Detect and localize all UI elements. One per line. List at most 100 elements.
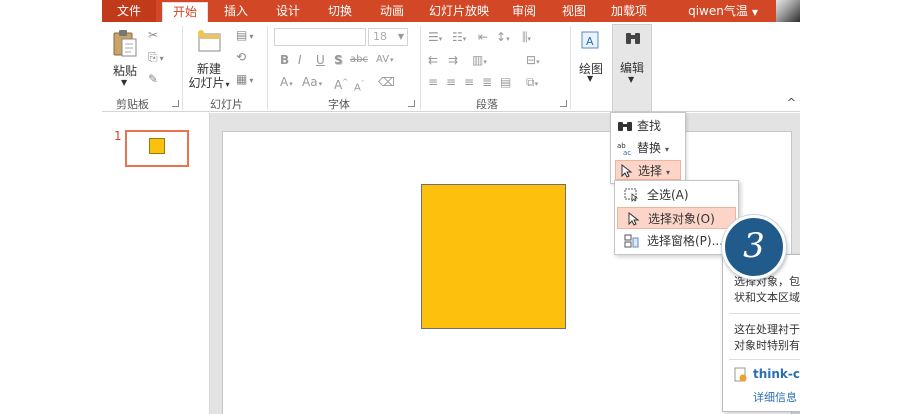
grow-font-label: A [334, 78, 343, 92]
tooltip-divider [729, 359, 800, 360]
paste-button[interactable]: 粘贴 ▼ [108, 26, 142, 92]
tab-view[interactable]: 视图 [554, 0, 594, 22]
chevron-down-icon: ▾ [666, 168, 671, 177]
group-label-clipboard: 剪贴板 [116, 98, 149, 111]
tab-slideshow[interactable]: 幻灯片放映 [424, 0, 494, 22]
yellow-square-shape[interactable] [421, 184, 566, 329]
numbering-icon[interactable]: ☷▾ [452, 30, 466, 46]
justify-icon[interactable]: ≣ [482, 75, 492, 89]
chevron-down-icon: ▼ [397, 32, 404, 41]
tooltip-divider [729, 313, 800, 314]
svg-text:ac: ac [623, 149, 631, 155]
new-slide-label-line2-wrap: 幻灯片▾ [186, 74, 232, 91]
format-painter-icon[interactable]: ✎ [148, 72, 158, 86]
cut-icon[interactable]: ✂ [148, 28, 158, 42]
select-all-menu-item[interactable]: 全选(A) [617, 184, 736, 206]
user-account[interactable]: qiwen气温 ▼ [688, 0, 758, 22]
grow-font-button[interactable]: A^ [334, 75, 348, 92]
character-spacing-button[interactable]: AV▾ [376, 53, 394, 67]
line-spacing-icon[interactable]: ↕▾ [496, 30, 510, 46]
group-label-font: 字体 [328, 98, 350, 111]
layout-icon[interactable]: ▤ ▾ [236, 28, 253, 44]
reset-icon[interactable]: ⟲ [236, 50, 246, 64]
group-label-slides: 幻灯片 [210, 98, 243, 111]
bullets-icon[interactable]: ☰▾ [428, 30, 442, 46]
indent-left-icon[interactable]: ⇇ [428, 53, 438, 67]
distributed-icon[interactable]: ▤ [500, 75, 511, 89]
tab-addins[interactable]: 加载项 [604, 0, 654, 22]
help-gear-icon [734, 367, 747, 382]
align-text-icon[interactable]: ⊟▾ [526, 53, 540, 69]
replace-icon: ab ac [617, 142, 631, 155]
font-size-value: 18 [373, 30, 387, 43]
align-left-icon[interactable]: ≡ [428, 75, 438, 89]
group-separator [570, 26, 571, 110]
smartart-icon[interactable]: ⧉▾ [526, 75, 538, 91]
binoculars-icon [626, 33, 640, 44]
align-right-icon[interactable]: ≡ [464, 75, 474, 89]
group-separator [267, 26, 268, 110]
clipboard-launcher-icon[interactable] [172, 100, 179, 107]
chevron-down-icon: ▾ [318, 80, 323, 88]
group-separator [420, 26, 421, 110]
font-color-label: A [280, 75, 289, 89]
tab-animations[interactable]: 动画 [372, 0, 412, 22]
shrink-font-button[interactable]: Aˇ [354, 77, 364, 95]
collapse-ribbon-icon[interactable]: ^ [787, 96, 796, 109]
copy-icon[interactable]: ⎘ ▾ [148, 50, 164, 66]
selection-pane-menu-item[interactable]: 选择窗格(P)... [617, 230, 736, 252]
align-center-icon[interactable]: ≡ [446, 75, 456, 89]
find-menu-item[interactable]: 查找 [615, 116, 681, 136]
tab-review[interactable]: 审阅 [504, 0, 544, 22]
thumbnail-shape [149, 138, 165, 154]
shrink-font-label: A [354, 82, 361, 94]
font-name-combo[interactable] [274, 28, 366, 46]
italic-button[interactable]: I [298, 53, 302, 67]
editing-label: 编辑 [619, 61, 644, 75]
slide-canvas[interactable] [222, 131, 792, 414]
strikethrough-button[interactable]: abc [350, 53, 368, 67]
shapes-icon: A [581, 31, 599, 49]
new-slide-label-line2: 幻灯片 [188, 76, 225, 90]
font-launcher-icon[interactable] [408, 100, 415, 107]
editing-button[interactable]: 编辑 ▼ [612, 24, 652, 112]
font-size-combo[interactable]: 18 ▼ [368, 28, 408, 46]
tab-file[interactable]: 文件 [102, 0, 156, 22]
select-menu-item[interactable]: 选择 ▾ [615, 160, 681, 180]
columns-icon[interactable]: ▥▾ [472, 53, 487, 69]
chevron-down-icon: ▼ [121, 78, 128, 87]
find-label: 查找 [637, 119, 662, 133]
select-objects-menu-item[interactable]: 选择对象(O) [617, 207, 736, 229]
underline-button[interactable]: U [316, 53, 325, 67]
paste-label: 粘贴 [112, 64, 137, 78]
avatar[interactable] [776, 0, 800, 22]
new-slide-button[interactable]: 新建 幻灯片▾ [186, 26, 232, 92]
indent-right-icon[interactable]: ⇉ [448, 53, 458, 67]
bold-button[interactable]: B [280, 53, 289, 67]
chevron-down-icon: ▾ [665, 145, 670, 154]
tab-design[interactable]: 设计 [268, 0, 308, 22]
drawing-button[interactable]: A 绘图 ▼ [574, 26, 608, 92]
paragraph-launcher-icon[interactable] [560, 100, 567, 107]
tooltip-more-info-link[interactable]: 详细信息 [753, 389, 797, 405]
tooltip-addin-link[interactable]: think-ce [753, 367, 800, 381]
shadow-button[interactable]: S [334, 53, 343, 67]
clear-formatting-icon[interactable]: ⌫ [378, 75, 395, 89]
replace-menu-item[interactable]: ab ac 替换 ▾ [615, 138, 681, 158]
text-direction-icon[interactable]: ⫼▾ [522, 30, 531, 46]
font-color-button[interactable]: A▾ [280, 75, 293, 91]
ribbon-home: 粘贴 ▼ ✂ ⎘ ▾ ✎ 剪贴板 新建 幻灯片▾ ▤ ▾ ⟲ ▦ ▾ 幻灯片 18 ▼ … [102, 22, 800, 112]
tab-insert[interactable]: 插入 [216, 0, 256, 22]
decrease-indent-icon[interactable]: ⇤ [478, 30, 488, 44]
tab-transitions[interactable]: 切换 [320, 0, 360, 22]
selection-pane-label: 选择窗格(P)... [647, 234, 724, 248]
cursor-arrow-icon [628, 212, 640, 226]
tab-home[interactable]: 开始 [162, 2, 208, 22]
slide-thumbnail[interactable] [125, 130, 189, 167]
slide-thumbnail-pane: 1 [102, 113, 210, 414]
section-icon[interactable]: ▦ ▾ [236, 72, 253, 88]
user-name: qiwen气温 [688, 4, 748, 18]
change-case-button[interactable]: Aa▾ [302, 75, 322, 91]
tooltip-line3: 这在处理衬于 [734, 323, 800, 336]
chevron-down-icon: ▼ [628, 75, 635, 84]
